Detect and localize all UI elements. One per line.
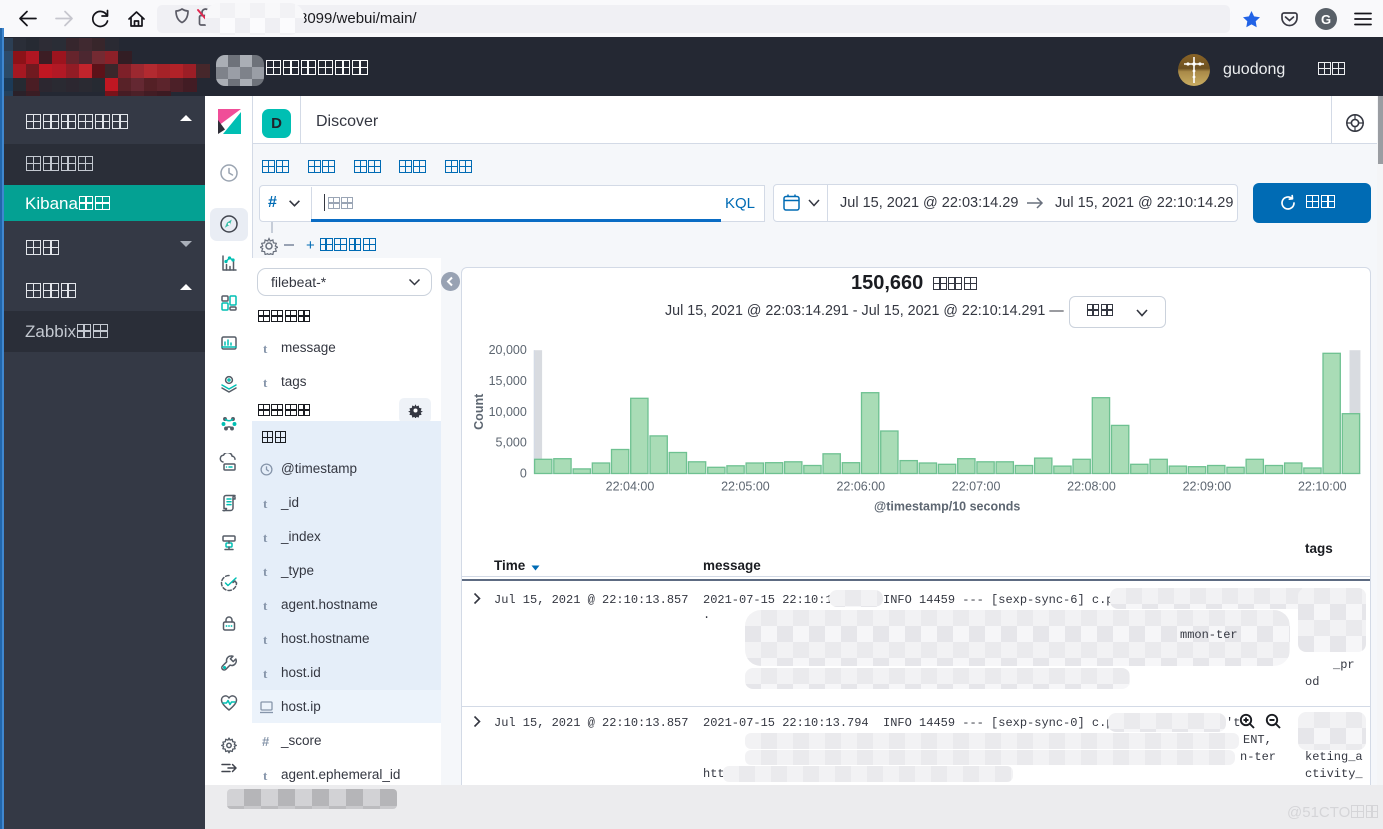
svg-text:5,000: 5,000 — [496, 436, 527, 450]
svg-text:22:09:00: 22:09:00 — [1183, 480, 1232, 494]
svg-text:Count: Count — [472, 393, 486, 430]
svg-text:22:08:00: 22:08:00 — [1067, 480, 1116, 494]
svg-text:20,000: 20,000 — [489, 343, 527, 357]
svg-text:22:10:00: 22:10:00 — [1298, 480, 1347, 494]
svg-text:15,000: 15,000 — [489, 374, 527, 388]
svg-text:22:07:00: 22:07:00 — [952, 480, 1001, 494]
svg-text:0: 0 — [520, 467, 527, 481]
svg-text:22:06:00: 22:06:00 — [836, 480, 885, 494]
svg-text:22:04:00: 22:04:00 — [606, 480, 655, 494]
svg-text:10,000: 10,000 — [489, 405, 527, 419]
svg-text:G: G — [1321, 12, 1331, 27]
svg-text:@timestamp/10 seconds: @timestamp/10 seconds — [874, 500, 1020, 514]
svg-text:22:05:00: 22:05:00 — [721, 480, 770, 494]
